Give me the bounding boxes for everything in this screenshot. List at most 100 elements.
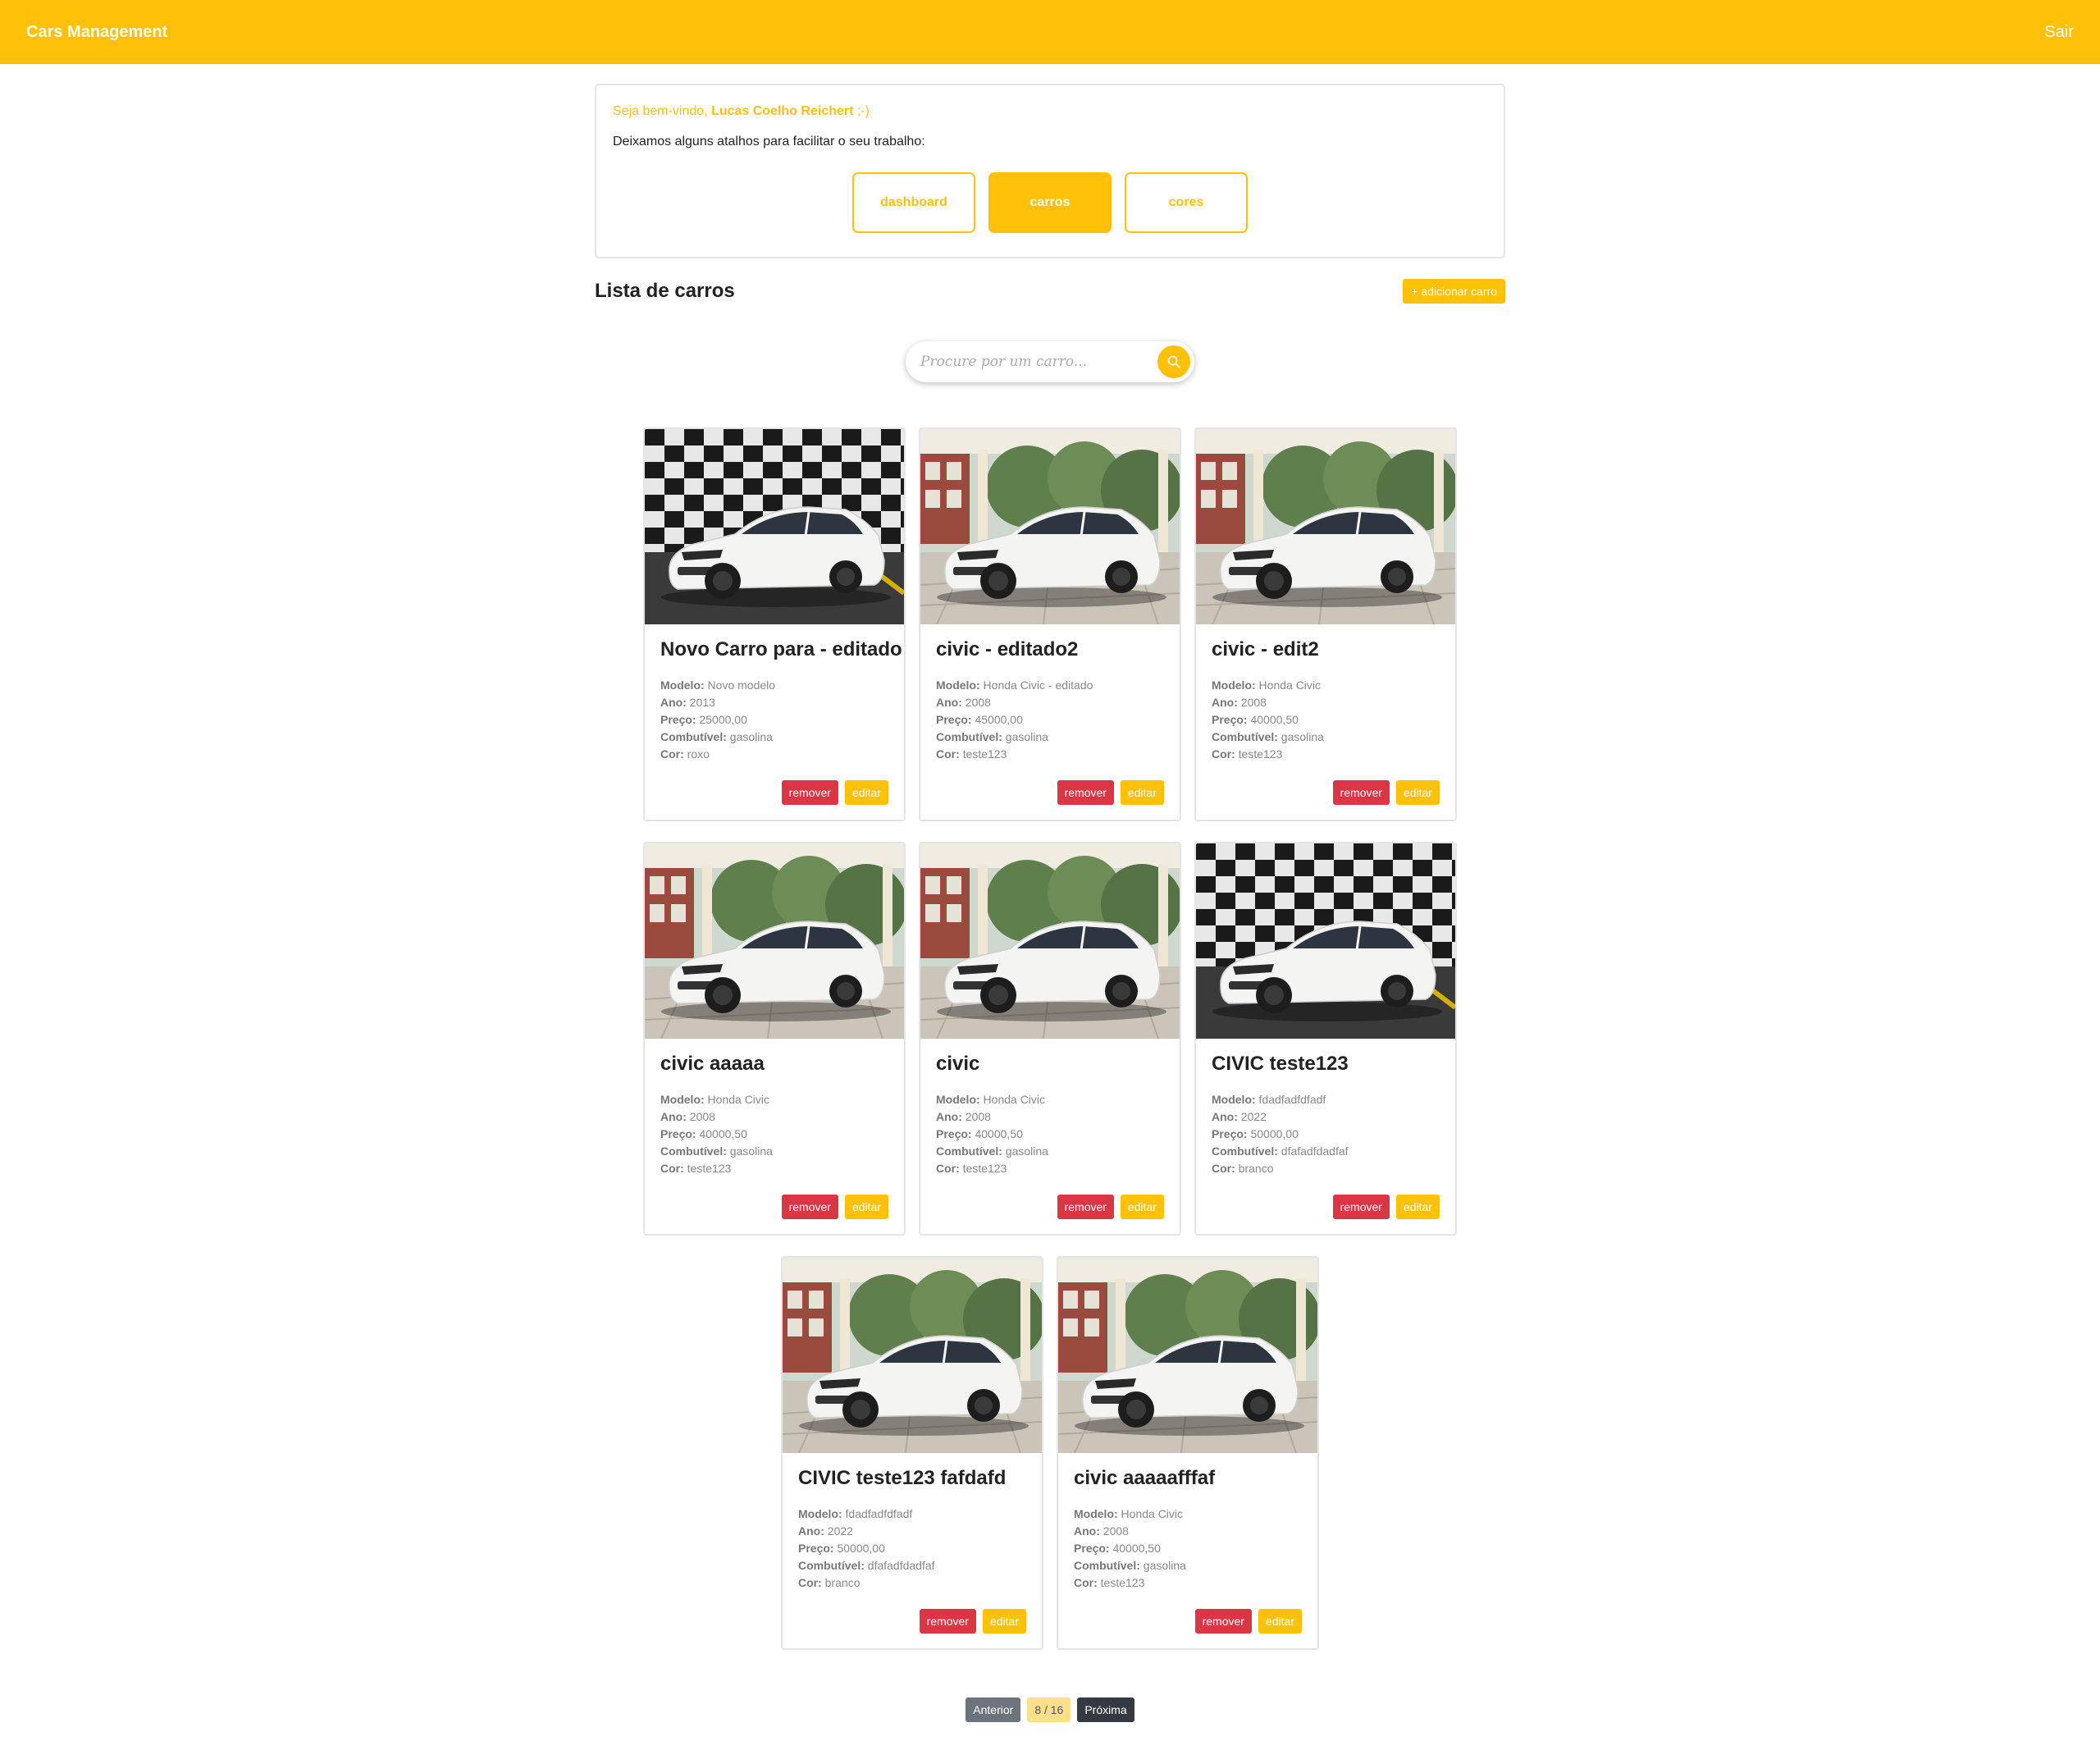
spec-year: Ano: 2022 bbox=[1212, 1108, 1349, 1126]
edit-button[interactable]: editar bbox=[1120, 1195, 1164, 1219]
spec-year-value: 2013 bbox=[689, 696, 715, 709]
spec-year-label: Ano: bbox=[1074, 1524, 1100, 1538]
car-image bbox=[783, 1258, 1042, 1453]
car-specs: Modelo: Honda Civic Ano: 2008 Preço: 400… bbox=[1074, 1506, 1186, 1592]
spec-fuel: Combutível: dfafadfdadfaf bbox=[798, 1557, 935, 1574]
spec-color-label: Cor: bbox=[798, 1576, 822, 1589]
car-card: civic aaaaa Modelo: Honda Civic Ano: 200… bbox=[643, 842, 906, 1236]
spec-model: Modelo: Honda Civic bbox=[660, 1091, 773, 1108]
edit-button[interactable]: editar bbox=[1395, 1195, 1440, 1219]
spec-year-value: 2022 bbox=[827, 1524, 853, 1538]
spec-color-value: teste123 bbox=[962, 747, 1007, 761]
spec-price-label: Preço: bbox=[936, 713, 972, 726]
car-photo bbox=[1058, 1258, 1317, 1453]
edit-button[interactable]: editar bbox=[1395, 780, 1440, 805]
spec-color-value: teste123 bbox=[962, 1162, 1007, 1175]
card-actions: remover editar bbox=[781, 780, 888, 805]
spec-price-label: Preço: bbox=[1212, 713, 1248, 726]
car-card: civic Modelo: Honda Civic Ano: 2008 Preç… bbox=[919, 842, 1181, 1236]
card-actions: remover editar bbox=[919, 1609, 1026, 1633]
spec-price: Preço: 50000,00 bbox=[1212, 1126, 1349, 1143]
spec-fuel-label: Combutível: bbox=[660, 1145, 727, 1158]
brand[interactable]: Cars Management bbox=[26, 23, 167, 42]
next-page-button[interactable]: Próxima bbox=[1077, 1697, 1134, 1722]
edit-button[interactable]: editar bbox=[982, 1609, 1026, 1633]
spec-price-value: 45000,00 bbox=[975, 713, 1023, 726]
spec-fuel-value: gasolina bbox=[1281, 730, 1324, 743]
remove-button[interactable]: remover bbox=[781, 1195, 838, 1219]
spec-model: Modelo: fdadfadfdfadf bbox=[1212, 1091, 1349, 1108]
car-title: civic aaaaa bbox=[660, 1053, 765, 1075]
shortcut-cores[interactable]: cores bbox=[1125, 172, 1248, 233]
spec-price: Preço: 50000,00 bbox=[798, 1540, 935, 1557]
edit-button[interactable]: editar bbox=[844, 780, 888, 805]
spec-fuel: Combutível: dfafadfdadfaf bbox=[1212, 1143, 1349, 1160]
previous-page-button[interactable]: Anterior bbox=[966, 1697, 1021, 1722]
remove-button[interactable]: remover bbox=[781, 780, 838, 805]
car-title: civic bbox=[936, 1053, 980, 1075]
car-specs: Modelo: Honda Civic Ano: 2008 Preço: 400… bbox=[936, 1091, 1048, 1177]
welcome-message: Seja bem-vindo, Lucas Coelho Reichert ;-… bbox=[613, 102, 1487, 121]
spec-year: Ano: 2008 bbox=[936, 694, 1093, 711]
car-card: Novo Carro para - editado Modelo: Novo m… bbox=[643, 427, 906, 821]
car-image bbox=[1058, 1258, 1317, 1453]
spec-price-label: Preço: bbox=[1212, 1127, 1248, 1140]
spec-color-value: branco bbox=[1238, 1162, 1274, 1175]
spec-year-value: 2008 bbox=[1102, 1524, 1129, 1538]
card-actions: remover editar bbox=[1332, 780, 1440, 805]
car-image bbox=[645, 843, 904, 1039]
spec-model: Modelo: Honda Civic bbox=[1074, 1506, 1186, 1523]
spec-color: Cor: teste123 bbox=[1212, 746, 1324, 763]
car-photo bbox=[1196, 429, 1455, 624]
add-car-button[interactable]: + adicionar carro bbox=[1403, 279, 1505, 304]
spec-color: Cor: teste123 bbox=[936, 1160, 1048, 1177]
shortcut-carros[interactable]: carros bbox=[988, 172, 1112, 233]
spec-fuel-label: Combutível: bbox=[1212, 730, 1278, 743]
spec-year: Ano: 2008 bbox=[1212, 694, 1324, 711]
card-actions: remover editar bbox=[1332, 1195, 1440, 1219]
spec-color-label: Cor: bbox=[1074, 1576, 1098, 1589]
spec-model-value: Honda Civic bbox=[1258, 679, 1322, 692]
shortcuts: dashboard carros cores bbox=[613, 172, 1487, 233]
spec-year: Ano: 2022 bbox=[798, 1523, 935, 1540]
spec-model-label: Modelo: bbox=[798, 1507, 842, 1520]
spec-year-label: Ano: bbox=[660, 1110, 687, 1123]
search-input[interactable]: Procure por um carro... bbox=[920, 354, 1157, 370]
car-card: civic aaaaafffaf Modelo: Honda Civic Ano… bbox=[1057, 1256, 1319, 1650]
car-specs: Modelo: Novo modelo Ano: 2013 Preço: 250… bbox=[660, 677, 775, 763]
spec-fuel-label: Combutível: bbox=[798, 1559, 865, 1572]
remove-button[interactable]: remover bbox=[919, 1609, 976, 1633]
spec-fuel-value: gasolina bbox=[1005, 1145, 1048, 1158]
spec-model-value: fdadfadfdfadf bbox=[845, 1507, 913, 1520]
spec-model-value: Honda Civic bbox=[983, 1093, 1046, 1106]
spec-year-value: 2022 bbox=[1240, 1110, 1267, 1123]
logout-link[interactable]: Sair bbox=[2044, 23, 2074, 42]
search-button[interactable] bbox=[1157, 345, 1190, 378]
spec-price: Preço: 40000,50 bbox=[1074, 1540, 1186, 1557]
edit-button[interactable]: editar bbox=[1258, 1609, 1302, 1633]
spec-year-label: Ano: bbox=[660, 696, 687, 709]
spec-year: Ano: 2008 bbox=[936, 1108, 1048, 1126]
remove-button[interactable]: remover bbox=[1194, 1609, 1252, 1633]
spec-fuel-value: gasolina bbox=[1143, 1559, 1186, 1572]
car-photo bbox=[920, 843, 1180, 1039]
spec-price: Preço: 45000,00 bbox=[936, 711, 1093, 729]
spec-price-value: 40000,50 bbox=[1250, 713, 1299, 726]
car-title: civic - edit2 bbox=[1212, 638, 1319, 660]
car-image bbox=[1196, 429, 1455, 624]
spec-fuel: Combutível: gasolina bbox=[660, 729, 775, 746]
remove-button[interactable]: remover bbox=[1057, 780, 1114, 805]
spec-color-value: roxo bbox=[687, 747, 710, 761]
spec-price: Preço: 40000,50 bbox=[1212, 711, 1324, 729]
remove-button[interactable]: remover bbox=[1057, 1195, 1114, 1219]
user-name: Lucas Coelho Reichert bbox=[711, 104, 854, 118]
spec-color-label: Cor: bbox=[660, 747, 684, 761]
car-title: civic - editado2 bbox=[936, 638, 1079, 660]
remove-button[interactable]: remover bbox=[1332, 1195, 1390, 1219]
shortcut-dashboard[interactable]: dashboard bbox=[852, 172, 975, 233]
edit-button[interactable]: editar bbox=[844, 1195, 888, 1219]
edit-button[interactable]: editar bbox=[1120, 780, 1164, 805]
car-specs: Modelo: Honda Civic - editado Ano: 2008 … bbox=[936, 677, 1093, 763]
remove-button[interactable]: remover bbox=[1332, 780, 1390, 805]
spec-year-value: 2008 bbox=[689, 1110, 715, 1123]
